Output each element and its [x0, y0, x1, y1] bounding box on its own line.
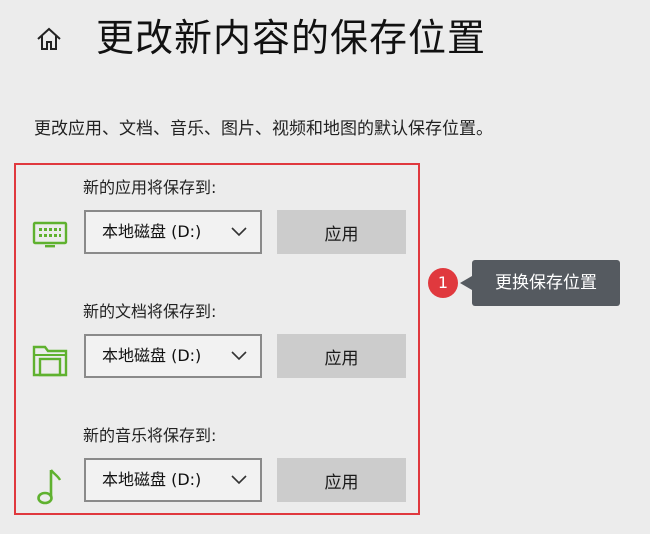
callout-number-badge: 1	[428, 268, 458, 298]
music-note-icon	[30, 466, 70, 506]
chevron-down-icon	[230, 224, 248, 240]
callout-arrow	[460, 276, 472, 290]
apply-button-documents[interactable]: 应用	[277, 334, 406, 378]
drive-select-value: 本地磁盘 (D:)	[102, 470, 202, 489]
drive-select-documents[interactable]: 本地磁盘 (D:)	[84, 334, 262, 378]
setting-label-apps: 新的应用将保存到:	[83, 178, 217, 197]
page-description: 更改应用、文档、音乐、图片、视频和地图的默认保存位置。	[34, 119, 493, 139]
monitor-icon	[30, 216, 70, 256]
home-icon[interactable]	[34, 24, 64, 54]
apply-button-music[interactable]: 应用	[277, 458, 406, 502]
drive-select-apps[interactable]: 本地磁盘 (D:)	[84, 210, 262, 254]
setting-label-music: 新的音乐将保存到:	[83, 426, 217, 445]
setting-row-music: 新的音乐将保存到: 本地磁盘 (D:) 应用	[0, 424, 420, 534]
drive-select-value: 本地磁盘 (D:)	[102, 346, 202, 365]
apply-button-apps[interactable]: 应用	[277, 210, 406, 254]
page-title: 更改新内容的保存位置	[96, 16, 487, 60]
setting-row-apps: 新的应用将保存到: 本地磁盘 (D:) 应用	[0, 176, 420, 286]
setting-row-documents: 新的文档将保存到: 本地磁盘 (D:) 应用	[0, 300, 420, 410]
folder-icon	[30, 340, 70, 380]
drive-select-music[interactable]: 本地磁盘 (D:)	[84, 458, 262, 502]
setting-label-documents: 新的文档将保存到:	[83, 302, 217, 321]
page-header: 更改新内容的保存位置	[0, 0, 650, 80]
chevron-down-icon	[230, 348, 248, 364]
drive-select-value: 本地磁盘 (D:)	[102, 222, 202, 241]
chevron-down-icon	[230, 472, 248, 488]
callout-text: 更换保存位置	[472, 260, 620, 306]
